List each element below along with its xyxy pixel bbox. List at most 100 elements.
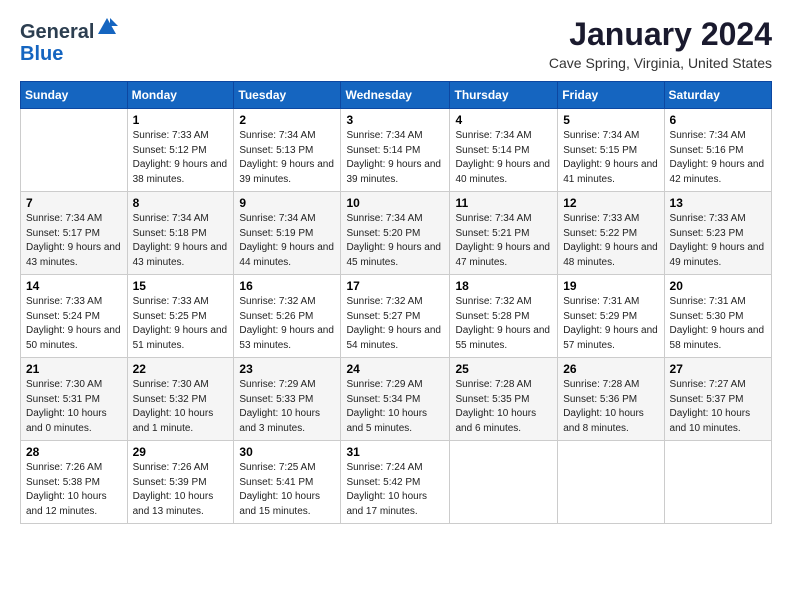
day-number: 9 xyxy=(239,196,335,210)
calendar-cell: 3 Sunrise: 7:34 AMSunset: 5:14 PMDaylight… xyxy=(341,109,450,192)
day-number: 22 xyxy=(133,362,229,376)
calendar-cell: 14 Sunrise: 7:33 AMSunset: 5:24 PMDayligh… xyxy=(21,275,128,358)
calendar-cell: 6 Sunrise: 7:34 AMSunset: 5:16 PMDaylight… xyxy=(664,109,771,192)
day-info: Sunrise: 7:34 AMSunset: 5:18 PMDaylight:… xyxy=(133,212,229,270)
calendar-cell: 28Sunrise: 7:26 AMSunset: 5:38 PMDayligh… xyxy=(21,441,128,524)
day-number: 24 xyxy=(346,362,444,376)
day-number: 20 xyxy=(670,279,766,293)
day-info: Sunrise: 7:34 AMSunset: 5:14 PMDaylight:… xyxy=(455,129,552,187)
day-info: Sunrise: 7:28 AMSunset: 5:36 PMDaylight:… xyxy=(563,378,658,436)
day-info: Sunrise: 7:34 AMSunset: 5:15 PMDaylight:… xyxy=(563,129,658,187)
calendar-cell: 25Sunrise: 7:28 AMSunset: 5:35 PMDayligh… xyxy=(450,358,558,441)
weekday-header-wednesday: Wednesday xyxy=(341,82,450,109)
day-info: Sunrise: 7:30 AMSunset: 5:31 PMDaylight:… xyxy=(26,378,122,436)
day-info: Sunrise: 7:29 AMSunset: 5:33 PMDaylight:… xyxy=(239,378,335,436)
day-info: Sunrise: 7:29 AMSunset: 5:34 PMDaylight:… xyxy=(346,378,444,436)
calendar-week-row: 1Sunrise: 7:33 AMSunset: 5:12 PMDaylight… xyxy=(21,109,772,192)
day-number: 23 xyxy=(239,362,335,376)
day-info: Sunrise: 7:34 AMSunset: 5:19 PMDaylight:… xyxy=(239,212,335,270)
logo: General Blue xyxy=(20,16,118,65)
calendar-cell: 7 Sunrise: 7:34 AMSunset: 5:17 PMDaylight… xyxy=(21,192,128,275)
weekday-header-row: SundayMondayTuesdayWednesdayThursdayFrid… xyxy=(21,82,772,109)
day-info: Sunrise: 7:33 AMSunset: 5:25 PMDaylight:… xyxy=(133,295,229,353)
location-subtitle: Cave Spring, Virginia, United States xyxy=(549,55,772,71)
day-number: 7 xyxy=(26,196,122,210)
calendar-cell: 4 Sunrise: 7:34 AMSunset: 5:14 PMDaylight… xyxy=(450,109,558,192)
calendar-cell: 30 Sunrise: 7:25 AMSunset: 5:41 PMDayligh… xyxy=(234,441,341,524)
day-info: Sunrise: 7:33 AMSunset: 5:24 PMDaylight:… xyxy=(26,295,122,353)
calendar-cell: 16 Sunrise: 7:32 AMSunset: 5:26 PMDayligh… xyxy=(234,275,341,358)
day-info: Sunrise: 7:33 AMSunset: 5:12 PMDaylight:… xyxy=(133,129,229,187)
calendar-cell: 29Sunrise: 7:26 AMSunset: 5:39 PMDayligh… xyxy=(127,441,234,524)
weekday-header-sunday: Sunday xyxy=(21,82,128,109)
day-number: 3 xyxy=(346,113,444,127)
calendar-cell xyxy=(21,109,128,192)
calendar-cell: 11Sunrise: 7:34 AMSunset: 5:21 PMDayligh… xyxy=(450,192,558,275)
calendar-table: SundayMondayTuesdayWednesdayThursdayFrid… xyxy=(20,81,772,524)
day-number: 16 xyxy=(239,279,335,293)
day-info: Sunrise: 7:34 AMSunset: 5:13 PMDaylight:… xyxy=(239,129,335,187)
day-info: Sunrise: 7:34 AMSunset: 5:20 PMDaylight:… xyxy=(346,212,444,270)
day-number: 25 xyxy=(455,362,552,376)
calendar-week-row: 21 Sunrise: 7:30 AMSunset: 5:31 PMDayligh… xyxy=(21,358,772,441)
weekday-header-saturday: Saturday xyxy=(664,82,771,109)
weekday-header-monday: Monday xyxy=(127,82,234,109)
calendar-cell: 2Sunrise: 7:34 AMSunset: 5:13 PMDaylight… xyxy=(234,109,341,192)
day-info: Sunrise: 7:30 AMSunset: 5:32 PMDaylight:… xyxy=(133,378,229,436)
day-info: Sunrise: 7:34 AMSunset: 5:14 PMDaylight:… xyxy=(346,129,444,187)
calendar-cell: 8Sunrise: 7:34 AMSunset: 5:18 PMDaylight… xyxy=(127,192,234,275)
logo-blue: Blue xyxy=(20,43,63,65)
day-number: 10 xyxy=(346,196,444,210)
calendar-cell: 5 Sunrise: 7:34 AMSunset: 5:15 PMDaylight… xyxy=(558,109,664,192)
day-info: Sunrise: 7:33 AMSunset: 5:22 PMDaylight:… xyxy=(563,212,658,270)
calendar-cell: 26 Sunrise: 7:28 AMSunset: 5:36 PMDayligh… xyxy=(558,358,664,441)
day-number: 13 xyxy=(670,196,766,210)
day-number: 29 xyxy=(133,445,229,459)
calendar-cell: 20 Sunrise: 7:31 AMSunset: 5:30 PMDayligh… xyxy=(664,275,771,358)
day-info: Sunrise: 7:32 AMSunset: 5:27 PMDaylight:… xyxy=(346,295,444,353)
day-number: 30 xyxy=(239,445,335,459)
calendar-week-row: 7 Sunrise: 7:34 AMSunset: 5:17 PMDaylight… xyxy=(21,192,772,275)
calendar-cell: 31 Sunrise: 7:24 AMSunset: 5:42 PMDayligh… xyxy=(341,441,450,524)
calendar-cell xyxy=(664,441,771,524)
calendar-cell: 19Sunrise: 7:31 AMSunset: 5:29 PMDayligh… xyxy=(558,275,664,358)
calendar-cell: 24 Sunrise: 7:29 AMSunset: 5:34 PMDayligh… xyxy=(341,358,450,441)
weekday-header-thursday: Thursday xyxy=(450,82,558,109)
calendar-cell xyxy=(450,441,558,524)
calendar-week-row: 28Sunrise: 7:26 AMSunset: 5:38 PMDayligh… xyxy=(21,441,772,524)
weekday-header-friday: Friday xyxy=(558,82,664,109)
calendar-cell: 22 Sunrise: 7:30 AMSunset: 5:32 PMDayligh… xyxy=(127,358,234,441)
calendar-cell: 9 Sunrise: 7:34 AMSunset: 5:19 PMDaylight… xyxy=(234,192,341,275)
day-info: Sunrise: 7:32 AMSunset: 5:26 PMDaylight:… xyxy=(239,295,335,353)
day-info: Sunrise: 7:24 AMSunset: 5:42 PMDaylight:… xyxy=(346,461,444,519)
calendar-cell: 10 Sunrise: 7:34 AMSunset: 5:20 PMDayligh… xyxy=(341,192,450,275)
day-number: 5 xyxy=(563,113,658,127)
day-info: Sunrise: 7:34 AMSunset: 5:17 PMDaylight:… xyxy=(26,212,122,270)
calendar-cell: 21 Sunrise: 7:30 AMSunset: 5:31 PMDayligh… xyxy=(21,358,128,441)
day-number: 14 xyxy=(26,279,122,293)
day-number: 6 xyxy=(670,113,766,127)
day-info: Sunrise: 7:25 AMSunset: 5:41 PMDaylight:… xyxy=(239,461,335,519)
calendar-week-row: 14 Sunrise: 7:33 AMSunset: 5:24 PMDayligh… xyxy=(21,275,772,358)
day-info: Sunrise: 7:31 AMSunset: 5:30 PMDaylight:… xyxy=(670,295,766,353)
day-info: Sunrise: 7:34 AMSunset: 5:16 PMDaylight:… xyxy=(670,129,766,187)
day-number: 28 xyxy=(26,445,122,459)
day-number: 4 xyxy=(455,113,552,127)
logo-general: General xyxy=(20,21,94,43)
calendar-cell: 27Sunrise: 7:27 AMSunset: 5:37 PMDayligh… xyxy=(664,358,771,441)
calendar-cell: 23 Sunrise: 7:29 AMSunset: 5:33 PMDayligh… xyxy=(234,358,341,441)
day-number: 21 xyxy=(26,362,122,376)
title-block: January 2024 Cave Spring, Virginia, Unit… xyxy=(549,16,772,71)
day-number: 18 xyxy=(455,279,552,293)
page-header: General Blue January 2024 Cave Spring, V… xyxy=(20,16,772,71)
calendar-cell: 15Sunrise: 7:33 AMSunset: 5:25 PMDayligh… xyxy=(127,275,234,358)
day-info: Sunrise: 7:33 AMSunset: 5:23 PMDaylight:… xyxy=(670,212,766,270)
day-number: 31 xyxy=(346,445,444,459)
calendar-cell: 17 Sunrise: 7:32 AMSunset: 5:27 PMDayligh… xyxy=(341,275,450,358)
day-number: 19 xyxy=(563,279,658,293)
day-number: 17 xyxy=(346,279,444,293)
day-info: Sunrise: 7:27 AMSunset: 5:37 PMDaylight:… xyxy=(670,378,766,436)
weekday-header-tuesday: Tuesday xyxy=(234,82,341,109)
day-number: 26 xyxy=(563,362,658,376)
logo-icon xyxy=(96,16,118,38)
